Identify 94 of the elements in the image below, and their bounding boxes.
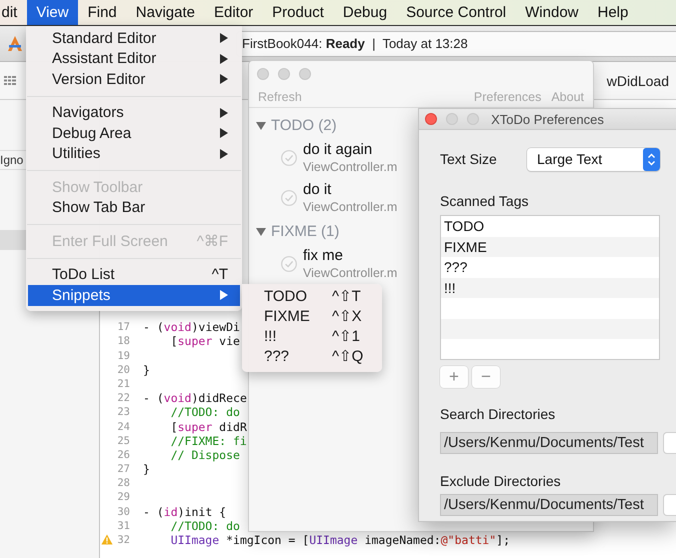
menu-bar-item[interactable]: Debug [333,0,397,25]
menu-bar-item[interactable]: Find [78,0,126,25]
menu-item[interactable]: Debug Area [28,123,240,144]
line-number: 28 [116,476,130,490]
menu-bar-item[interactable]: Navigate [126,0,204,25]
line-number: 22 [116,391,130,406]
disclosure-triangle-icon[interactable] [256,226,266,236]
file-name: ViewController.m [303,159,398,175]
app-icon[interactable] [6,34,24,52]
keyboard-shortcut: ^⇧T [332,287,362,305]
line-number: 25 [116,434,130,448]
todo-title: do it again [303,141,374,159]
section-label: Exclude Directories [440,472,561,490]
menu-item[interactable]: Snippets [28,285,240,306]
browse-button[interactable] [663,432,676,454]
menu-bar-item[interactable]: Window [516,0,588,25]
menu-item[interactable]: TODO ^⇧T [242,286,382,306]
line-number: 24 [116,420,130,434]
code-line: } [143,462,150,476]
menu-bar-item[interactable]: View [26,0,78,25]
window-title: XToDo Preferences [491,112,604,126]
code-line: UIImage *imgIcon = [UIImage imageNamed:@"batti"]; [170,533,510,548]
code-line: //FIXME: fi [170,434,247,448]
file-name: ViewController.m [303,265,398,281]
menu-item[interactable]: ToDo List ^T [28,264,240,285]
text-size-popup[interactable]: Large Text [527,148,660,170]
zoom-button[interactable] [467,113,479,125]
code-line: //TODO: do [170,518,240,534]
keyboard-shortcut: ^⇧1 [332,327,361,345]
menu-bar-item[interactable]: Source Control [396,0,516,25]
list-row[interactable]: !!! [441,278,659,298]
menu-item[interactable]: Show Tab Bar [28,198,240,218]
list-row[interactable]: TODO [441,216,659,236]
section-label: Search Directories [440,405,556,423]
code-line: } [143,362,150,377]
list-row[interactable]: FIXME [441,236,659,257]
line-number: 32 [116,533,130,548]
browse-button[interactable] [663,494,676,516]
code-line: - (void)didRece [143,391,247,406]
keyboard-shortcut: ^T [212,266,228,284]
menu-bar-item[interactable]: Product [262,0,334,25]
code-line: // Dispose [170,448,240,462]
line-number: 20 [116,362,130,377]
line-number: 30 [116,504,130,519]
file-name: ViewController.m [303,199,398,215]
line-number: 17 [116,320,130,334]
code-line: //TODO: do [170,405,240,420]
disclosure-triangle-icon[interactable] [256,120,266,130]
code-line: - (void)viewDi [143,320,240,334]
menu-item[interactable]: Navigators [28,102,240,123]
keyboard-shortcut: ^⇧Q [332,347,364,365]
keyboard-shortcut: ^⇧X [332,307,363,325]
line-number: 19 [116,348,130,363]
menu-item[interactable]: Utilities [28,144,240,164]
code-line: [super didR [170,420,247,434]
menu-item[interactable]: !!! ^⇧1 [242,326,382,346]
field-label: Text Size [440,151,498,167]
menu-item[interactable]: Version Editor [28,69,240,90]
line-number: 23 [116,405,130,420]
jump-bar-item[interactable]: wDidLoad [606,72,669,88]
zoom-button[interactable] [299,68,311,80]
line-number: 21 [116,376,130,392]
todo-title: fix me [303,247,344,265]
menu-bar-item[interactable]: Editor [204,0,263,25]
menu-bar-item[interactable]: dit [0,0,27,25]
directory-field[interactable]: /Users/Kenmu/Documents/Test [440,494,658,516]
check-circle-icon[interactable] [281,256,297,272]
keyboard-shortcut: ^⌘F [196,232,228,250]
menu-item[interactable]: FIXME ^⇧X [242,306,382,326]
close-button[interactable] [425,113,437,125]
close-button[interactable] [257,68,269,80]
code-line: - (id)init { [143,504,226,519]
menu-item[interactable]: Assistant Editor [28,48,240,69]
grid-icon[interactable] [4,76,16,85]
build-status: FirstBook044: Ready | Today at 13:28 [242,36,468,51]
minimize-button[interactable] [446,113,458,125]
check-circle-icon[interactable] [281,150,297,166]
menu-item[interactable]: ??? ^⇧Q [242,346,382,366]
todo-title: do it [303,181,332,199]
stepper-icon [643,148,660,170]
check-circle-icon[interactable] [281,190,297,206]
line-number: 26 [116,448,130,462]
minimize-button[interactable] [278,68,290,80]
line-number: 31 [116,518,130,534]
menu-item[interactable]: Standard Editor [28,28,240,48]
list-row[interactable]: ??? [441,257,659,278]
line-number: 29 [116,490,130,505]
directory-field[interactable]: /Users/Kenmu/Documents/Test [440,432,658,454]
line-number: 27 [116,462,130,476]
code-line: [super vie [170,334,240,349]
menu-bar-item[interactable]: Help [588,0,638,25]
line-number: 18 [116,334,130,349]
section-label: Scanned Tags [440,192,528,210]
warning-icon[interactable] [101,534,113,546]
